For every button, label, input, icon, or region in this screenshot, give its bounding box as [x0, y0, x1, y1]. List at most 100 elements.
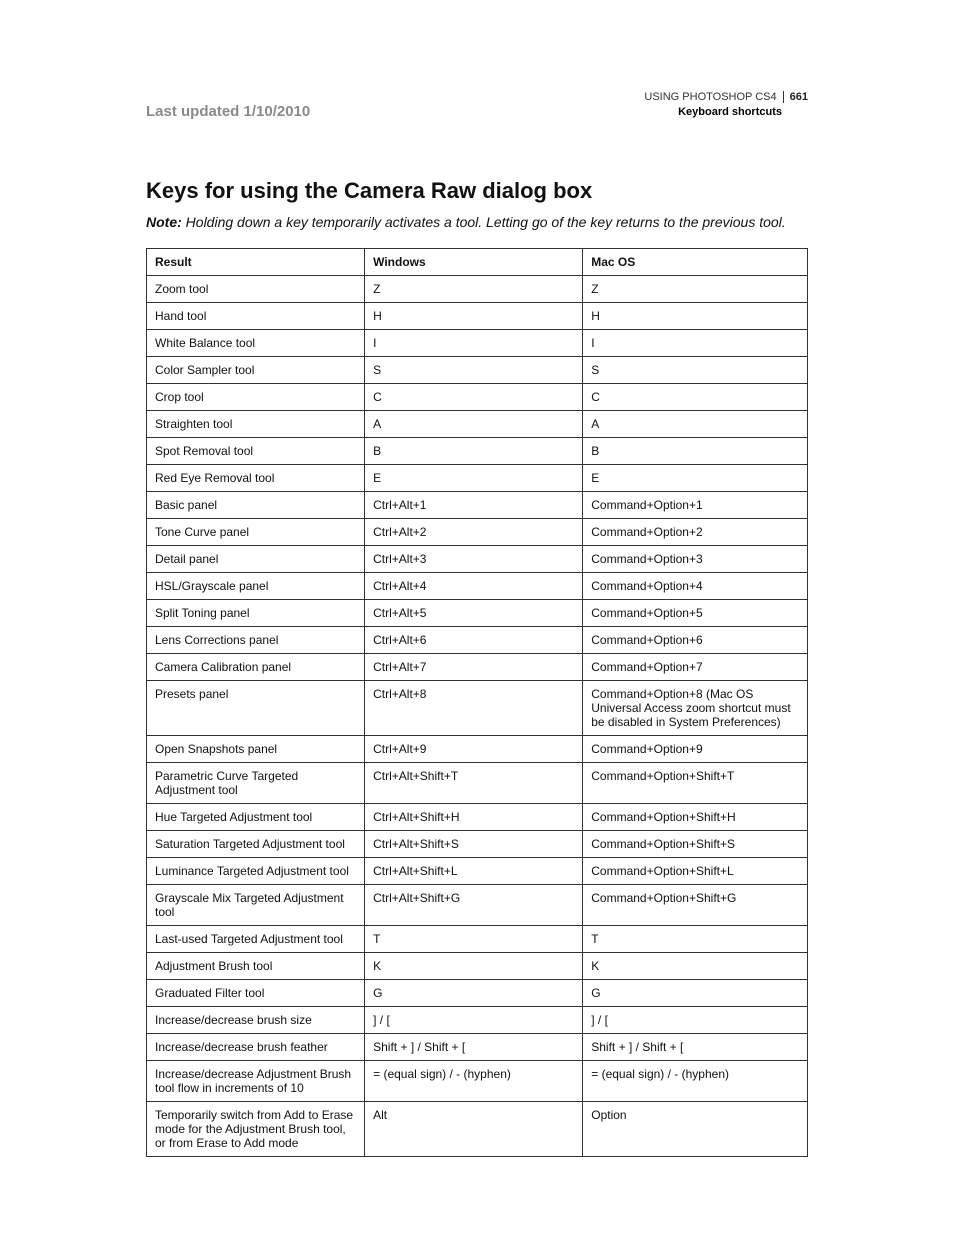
cell-windows: Ctrl+Alt+9 — [365, 735, 583, 762]
table-row: Tone Curve panelCtrl+Alt+2Command+Option… — [147, 518, 808, 545]
page-header: Last updated 1/10/2010 USING PHOTOSHOP C… — [146, 90, 808, 120]
cell-result: Luminance Targeted Adjustment tool — [147, 857, 365, 884]
cell-mac: C — [583, 383, 808, 410]
cell-result: Saturation Targeted Adjustment tool — [147, 830, 365, 857]
col-header-result: Result — [147, 248, 365, 275]
cell-windows: Ctrl+Alt+Shift+G — [365, 884, 583, 925]
cell-mac: Command+Option+8 (Mac OS Universal Acces… — [583, 680, 808, 735]
cell-mac: Command+Option+2 — [583, 518, 808, 545]
cell-result: White Balance tool — [147, 329, 365, 356]
cell-windows: Ctrl+Alt+6 — [365, 626, 583, 653]
table-row: Red Eye Removal toolEE — [147, 464, 808, 491]
cell-mac: Command+Option+1 — [583, 491, 808, 518]
cell-mac: S — [583, 356, 808, 383]
cell-windows: A — [365, 410, 583, 437]
cell-windows: ] / [ — [365, 1006, 583, 1033]
note-line: Note: Holding down a key temporarily act… — [146, 214, 808, 230]
table-row: Hue Targeted Adjustment toolCtrl+Alt+Shi… — [147, 803, 808, 830]
cell-mac: ] / [ — [583, 1006, 808, 1033]
cell-windows: = (equal sign) / - (hyphen) — [365, 1060, 583, 1101]
section-title: Keys for using the Camera Raw dialog box — [146, 178, 808, 204]
cell-windows: Ctrl+Alt+Shift+S — [365, 830, 583, 857]
cell-windows: Ctrl+Alt+Shift+H — [365, 803, 583, 830]
table-row: Increase/decrease brush size] / [] / [ — [147, 1006, 808, 1033]
cell-result: Detail panel — [147, 545, 365, 572]
table-row: Straighten toolAA — [147, 410, 808, 437]
cell-mac: Option — [583, 1101, 808, 1156]
cell-mac: Command+Option+Shift+S — [583, 830, 808, 857]
cell-result: Basic panel — [147, 491, 365, 518]
table-row: Saturation Targeted Adjustment toolCtrl+… — [147, 830, 808, 857]
col-header-mac: Mac OS — [583, 248, 808, 275]
cell-windows: Ctrl+Alt+4 — [365, 572, 583, 599]
cell-windows: S — [365, 356, 583, 383]
table-row: Last-used Targeted Adjustment toolTT — [147, 925, 808, 952]
cell-mac: K — [583, 952, 808, 979]
cell-result: Increase/decrease Adjustment Brush tool … — [147, 1060, 365, 1101]
cell-mac: Command+Option+3 — [583, 545, 808, 572]
cell-windows: Ctrl+Alt+7 — [365, 653, 583, 680]
cell-result: Crop tool — [147, 383, 365, 410]
cell-windows: Shift + ] / Shift + [ — [365, 1033, 583, 1060]
table-row: Presets panelCtrl+Alt+8Command+Option+8 … — [147, 680, 808, 735]
page: Last updated 1/10/2010 USING PHOTOSHOP C… — [0, 0, 954, 1235]
cell-result: Hand tool — [147, 302, 365, 329]
cell-mac: Command+Option+6 — [583, 626, 808, 653]
cell-result: Increase/decrease brush feather — [147, 1033, 365, 1060]
cell-result: Lens Corrections panel — [147, 626, 365, 653]
table-row: Adjustment Brush toolKK — [147, 952, 808, 979]
cell-windows: K — [365, 952, 583, 979]
note-label: Note: — [146, 214, 182, 230]
cell-windows: H — [365, 302, 583, 329]
cell-windows: G — [365, 979, 583, 1006]
last-updated: Last updated 1/10/2010 — [146, 103, 310, 120]
cell-result: Tone Curve panel — [147, 518, 365, 545]
cell-mac: = (equal sign) / - (hyphen) — [583, 1060, 808, 1101]
table-row: Crop toolCC — [147, 383, 808, 410]
cell-mac: Command+Option+4 — [583, 572, 808, 599]
cell-mac: Command+Option+9 — [583, 735, 808, 762]
cell-mac: Command+Option+Shift+G — [583, 884, 808, 925]
cell-mac: Shift + ] / Shift + [ — [583, 1033, 808, 1060]
cell-windows: Ctrl+Alt+Shift+T — [365, 762, 583, 803]
cell-result: Graduated Filter tool — [147, 979, 365, 1006]
cell-result: HSL/Grayscale panel — [147, 572, 365, 599]
cell-windows: I — [365, 329, 583, 356]
cell-result: Color Sampler tool — [147, 356, 365, 383]
cell-result: Split Toning panel — [147, 599, 365, 626]
cell-result: Presets panel — [147, 680, 365, 735]
cell-result: Parametric Curve Targeted Adjustment too… — [147, 762, 365, 803]
cell-mac: Command+Option+Shift+H — [583, 803, 808, 830]
table-row: Lens Corrections panelCtrl+Alt+6Command+… — [147, 626, 808, 653]
section-nav-label: Keyboard shortcuts — [644, 105, 808, 120]
cell-result: Spot Removal tool — [147, 437, 365, 464]
cell-result: Temporarily switch from Add to Erase mod… — [147, 1101, 365, 1156]
cell-result: Open Snapshots panel — [147, 735, 365, 762]
cell-mac: G — [583, 979, 808, 1006]
cell-windows: Ctrl+Alt+1 — [365, 491, 583, 518]
table-row: Hand toolHH — [147, 302, 808, 329]
table-row: Camera Calibration panelCtrl+Alt+7Comman… — [147, 653, 808, 680]
cell-result: Increase/decrease brush size — [147, 1006, 365, 1033]
cell-result: Last-used Targeted Adjustment tool — [147, 925, 365, 952]
note-body: Holding down a key temporarily activates… — [182, 214, 786, 230]
cell-mac: I — [583, 329, 808, 356]
cell-windows: C — [365, 383, 583, 410]
cell-windows: Ctrl+Alt+2 — [365, 518, 583, 545]
table-row: Luminance Targeted Adjustment toolCtrl+A… — [147, 857, 808, 884]
cell-windows: Ctrl+Alt+3 — [365, 545, 583, 572]
page-number: 661 — [783, 91, 808, 103]
cell-mac: Z — [583, 275, 808, 302]
header-right: USING PHOTOSHOP CS4 661 Keyboard shortcut… — [644, 90, 808, 120]
cell-mac: Command+Option+7 — [583, 653, 808, 680]
table-row: Zoom toolZZ — [147, 275, 808, 302]
cell-result: Straighten tool — [147, 410, 365, 437]
cell-result: Red Eye Removal tool — [147, 464, 365, 491]
cell-mac: B — [583, 437, 808, 464]
table-row: Basic panelCtrl+Alt+1Command+Option+1 — [147, 491, 808, 518]
doc-title: USING PHOTOSHOP CS4 — [644, 91, 776, 103]
cell-windows: Alt — [365, 1101, 583, 1156]
shortcuts-table: Result Windows Mac OS Zoom toolZZHand to… — [146, 248, 808, 1157]
cell-windows: Z — [365, 275, 583, 302]
cell-windows: E — [365, 464, 583, 491]
